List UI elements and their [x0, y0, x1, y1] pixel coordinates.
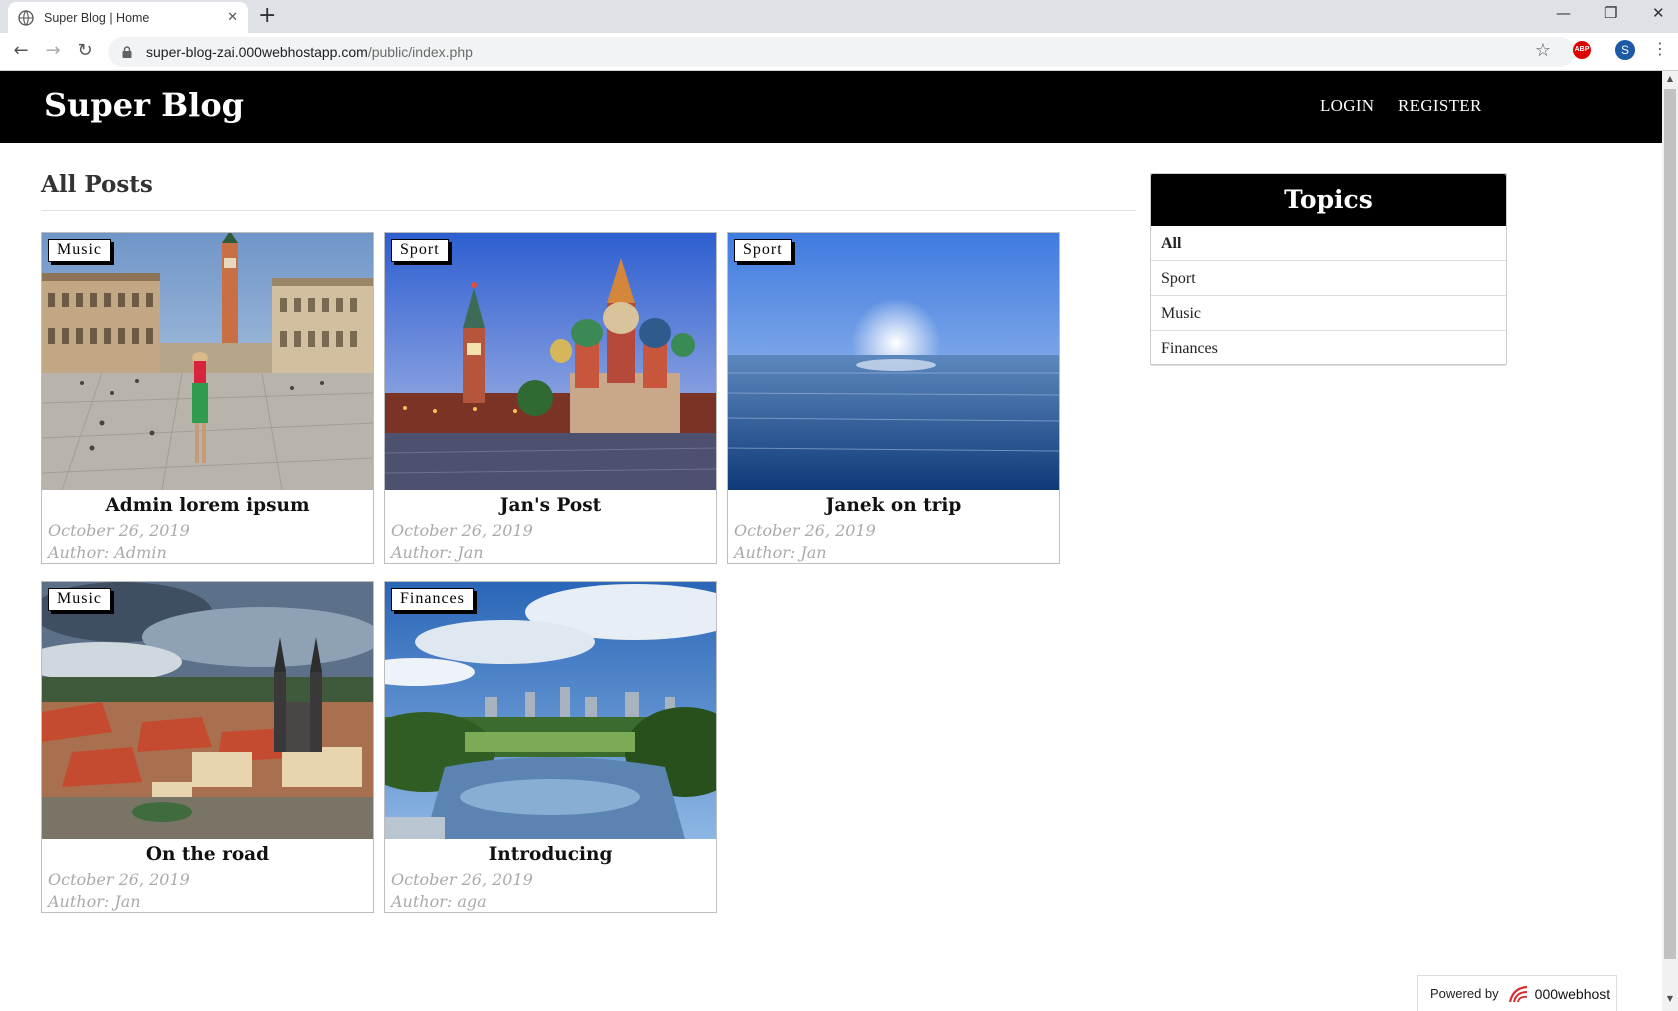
topic-item-all[interactable]: All: [1151, 226, 1506, 261]
sea-sunset-photo[interactable]: [728, 233, 1059, 490]
topic-badge[interactable]: Music: [48, 588, 111, 611]
register-link[interactable]: REGISTER: [1398, 96, 1482, 116]
back-button[interactable]: ←: [10, 40, 32, 62]
close-tab-icon[interactable]: ✕: [227, 10, 238, 25]
browser-tab[interactable]: Super Blog | Home ✕: [8, 2, 248, 33]
login-link[interactable]: LOGIN: [1320, 96, 1374, 116]
scroll-up-arrow-icon[interactable]: ▲: [1662, 71, 1678, 87]
powered-by-label: Powered by: [1430, 986, 1499, 1001]
topic-item-music[interactable]: Music: [1151, 296, 1506, 331]
venice-square-photo[interactable]: [42, 233, 373, 490]
tab-title: Super Blog | Home: [44, 10, 150, 25]
post-date: October 26, 2019: [48, 521, 190, 540]
prague-old-town-photo[interactable]: [42, 582, 373, 839]
scroll-thumb[interactable]: [1664, 89, 1676, 959]
forward-button[interactable]: →: [42, 40, 64, 62]
scroll-down-arrow-icon[interactable]: ▼: [1662, 991, 1678, 1007]
minimize-window-button[interactable]: —: [1556, 4, 1571, 22]
reload-button[interactable]: ↻: [74, 40, 96, 62]
address-bar[interactable]: super-blog-zai.000webhostapp.com/public/…: [108, 37, 1575, 67]
topic-badge[interactable]: Sport: [391, 239, 449, 262]
page-scrollbar[interactable]: ▲ ▼: [1662, 71, 1678, 1011]
site-header: Super Blog LOGIN REGISTER: [0, 71, 1662, 143]
restore-window-button[interactable]: ❐: [1604, 4, 1617, 22]
post-card[interactable]: Finances Introducing October 26, 2019 Au…: [384, 581, 717, 913]
browser-toolbar: ← → ↻ super-blog-zai.000webhostapp.com/p…: [0, 33, 1678, 71]
post-title[interactable]: On the road: [42, 844, 373, 865]
post-author: Author: Jan: [48, 892, 141, 911]
post-date: October 26, 2019: [48, 870, 190, 889]
topics-sidebar: Topics All Sport Music Finances: [1150, 173, 1507, 366]
powered-by-badge[interactable]: Powered by 000webhost: [1417, 975, 1617, 1011]
title-divider: [41, 210, 1136, 211]
bookmark-star-icon[interactable]: ☆: [1535, 40, 1551, 61]
globe-icon: [18, 9, 34, 26]
url-host: super-blog-zai.000webhostapp.com: [146, 44, 368, 60]
site-logo[interactable]: Super Blog: [44, 86, 244, 124]
post-title[interactable]: Admin lorem ipsum: [42, 495, 373, 516]
moscow-cathedral-photo[interactable]: [385, 233, 716, 490]
post-author: Author: aga: [391, 892, 487, 911]
new-tab-button[interactable]: +: [258, 4, 276, 28]
post-author: Author: Admin: [48, 543, 167, 562]
000webhost-brand: 000webhost: [1534, 985, 1611, 1002]
topic-item-sport[interactable]: Sport: [1151, 261, 1506, 296]
post-card[interactable]: Sport Jan's Post October 26, 2019 Author…: [384, 232, 717, 564]
post-title[interactable]: Jan's Post: [385, 495, 716, 516]
topic-badge[interactable]: Finances: [391, 588, 474, 611]
topic-badge[interactable]: Sport: [734, 239, 792, 262]
page-title: All Posts: [41, 171, 153, 198]
page-viewport: Super Blog LOGIN REGISTER All Posts Musi…: [0, 71, 1662, 1011]
central-park-lake-photo[interactable]: [385, 582, 716, 839]
post-card[interactable]: Music Admin lorem ipsum October 26, 2019…: [41, 232, 374, 564]
lock-icon: [122, 46, 132, 58]
close-window-button[interactable]: ✕: [1652, 4, 1665, 22]
000webhost-logo-icon: [1508, 985, 1527, 1002]
adblock-extension-icon[interactable]: ABP: [1573, 41, 1591, 59]
browser-menu-icon[interactable]: ⋮: [1652, 39, 1668, 58]
post-author: Author: Jan: [734, 543, 827, 562]
post-date: October 26, 2019: [391, 870, 533, 889]
post-title[interactable]: Introducing: [385, 844, 716, 865]
profile-avatar[interactable]: S: [1615, 40, 1635, 60]
post-date: October 26, 2019: [391, 521, 533, 540]
url-path: /public/index.php: [367, 44, 473, 60]
post-date: October 26, 2019: [734, 521, 876, 540]
post-title[interactable]: Janek on trip: [728, 495, 1059, 516]
topic-item-finances[interactable]: Finances: [1151, 331, 1506, 366]
browser-tab-strip: Super Blog | Home ✕ + — ❐ ✕: [0, 0, 1678, 33]
post-card[interactable]: Sport Janek on trip October 26, 2019 Aut…: [727, 232, 1060, 564]
topics-heading: Topics: [1151, 174, 1506, 226]
topic-badge[interactable]: Music: [48, 239, 111, 262]
post-author: Author: Jan: [391, 543, 484, 562]
post-card[interactable]: Music On the road October 26, 2019 Autho…: [41, 581, 374, 913]
